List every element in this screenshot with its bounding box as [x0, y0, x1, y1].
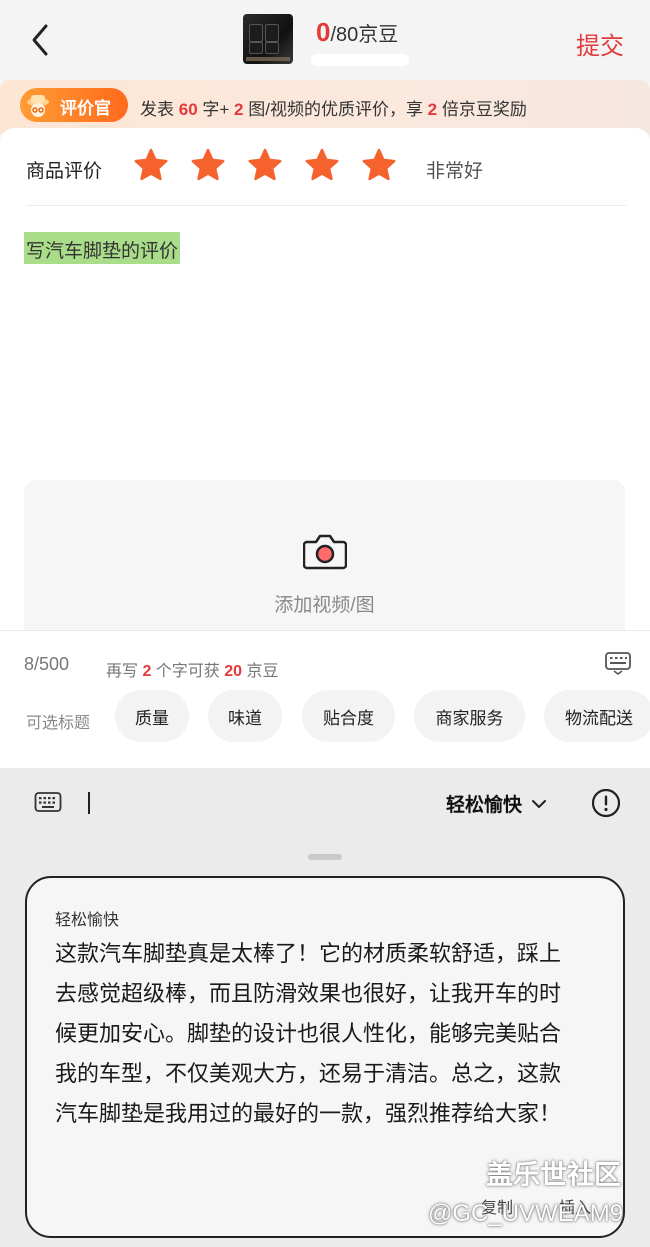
reward-text-part: 京豆	[242, 663, 279, 680]
banner-text-part: 图/视频的优质评价，享	[243, 100, 428, 119]
char-counter: 8/500	[24, 654, 70, 674]
divider	[26, 205, 626, 206]
reviewer-badge: 评价官	[20, 88, 128, 122]
rating-label: 商品评价	[26, 161, 103, 182]
star-icon[interactable]	[191, 148, 225, 182]
tag-chip[interactable]: 质量	[115, 690, 189, 742]
watermark-handle: @GC_UVWEAM9	[428, 1200, 624, 1227]
reward-banner: 评价官 发表 60 字+ 2 图/视频的优质评价，享 2 倍京豆奖励	[0, 80, 650, 134]
suggestion-text: 这款汽车脚垫真是太棒了！它的材质柔软舒适，踩上去感觉超级棒，而且防滑效果也很好，…	[55, 941, 562, 1126]
star-icon[interactable]	[305, 148, 339, 182]
banner-text-part: 倍京豆奖励	[437, 100, 527, 119]
star-icon[interactable]	[134, 148, 168, 182]
review-text-input[interactable]: 写汽车脚垫的评价	[24, 232, 181, 264]
add-media-button[interactable]: 添加视频/图	[24, 480, 625, 630]
reward-text-part: 个字可获	[151, 663, 225, 680]
bean-count-current: 0	[316, 17, 331, 47]
chevron-down-icon	[532, 799, 547, 808]
reward-hint: 再写 2 个字可获 20 京豆	[106, 657, 279, 681]
banner-text-part: 发表	[140, 100, 179, 119]
top-bar: 0/80京豆 提交	[0, 0, 650, 80]
tags-label: 可选标题	[26, 715, 91, 732]
banner-image-count: 2	[234, 100, 244, 119]
reward-description: 发表 60 字+ 2 图/视频的优质评价，享 2 倍京豆奖励	[140, 95, 527, 120]
rating-text: 非常好	[426, 161, 484, 182]
suggestion-title: 轻松愉快	[55, 912, 120, 929]
banner-word-count: 60	[178, 100, 198, 119]
progress-pill	[311, 54, 409, 66]
info-icon[interactable]	[591, 788, 621, 818]
product-thumbnail	[243, 14, 293, 64]
tag-chip[interactable]: 物流配送	[544, 690, 650, 742]
back-arrow-icon[interactable]	[26, 22, 56, 58]
tag-chip[interactable]: 味道	[208, 690, 282, 742]
tone-selector-label: 轻松愉快	[446, 795, 523, 816]
tag-chip[interactable]: 贴合度	[302, 690, 395, 742]
star-icon[interactable]	[248, 148, 282, 182]
text-cursor	[88, 792, 90, 814]
badge-label: 评价官	[60, 99, 111, 118]
star-rating[interactable]	[134, 148, 419, 182]
detective-hat-icon	[27, 95, 49, 117]
watermark-title: 盖乐世社区	[486, 1160, 621, 1190]
review-info-bar: 8/500 再写 2 个字可获 20 京豆 可选标题 质量 味道 贴合度 商家服…	[0, 630, 650, 768]
tone-selector[interactable]: 轻松愉快	[446, 790, 547, 817]
keyboard-icon[interactable]	[34, 790, 62, 814]
reward-text-part: 再写	[106, 663, 143, 680]
bean-count-total: /80京豆	[330, 24, 399, 46]
banner-text-part: 字+	[197, 100, 235, 119]
bean-progress: 0/80京豆	[316, 17, 398, 48]
keyboard-toggle-icon[interactable]	[604, 650, 632, 676]
camera-icon	[303, 534, 347, 570]
submit-button[interactable]: 提交	[576, 26, 624, 61]
reward-beans: 20	[224, 663, 243, 680]
add-media-label: 添加视频/图	[274, 595, 375, 616]
star-icon[interactable]	[362, 148, 396, 182]
drag-handle[interactable]	[308, 854, 342, 860]
tag-chip[interactable]: 商家服务	[414, 690, 525, 742]
review-card: 商品评价 非常好 写汽车脚垫的评价 添加视频/图	[0, 128, 650, 630]
banner-multiplier: 2	[427, 100, 438, 119]
